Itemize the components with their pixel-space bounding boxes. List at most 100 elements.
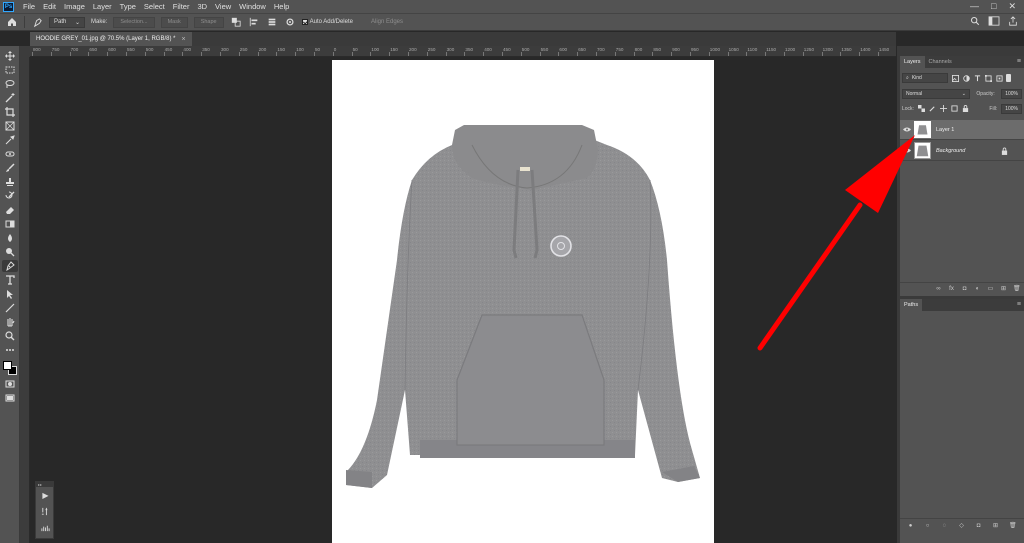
- histogram-icon[interactable]: [36, 519, 55, 535]
- dodge-tool-icon[interactable]: [2, 246, 18, 258]
- blur-tool-icon[interactable]: [2, 232, 18, 244]
- layer-row-background[interactable]: Background: [900, 141, 1024, 161]
- menu-type[interactable]: Type: [116, 0, 140, 13]
- vertical-ruler[interactable]: [20, 57, 30, 543]
- add-mask-icon[interactable]: ◘: [961, 286, 968, 292]
- horizontal-ruler[interactable]: 800 750 700 650 600 550 500 450 400 350 300 250 200 1…: [30, 46, 896, 57]
- menu-filter[interactable]: Filter: [169, 0, 194, 13]
- align-edges-label[interactable]: Align Edges: [371, 19, 403, 25]
- menu-window[interactable]: Window: [235, 0, 270, 13]
- checkbox-checked[interactable]: [301, 19, 308, 25]
- clone-stamp-tool-icon[interactable]: [2, 176, 18, 188]
- path-selection-tool-icon[interactable]: [2, 288, 18, 300]
- menu-view[interactable]: View: [211, 0, 235, 13]
- visibility-eye-icon[interactable]: [900, 148, 914, 153]
- link-layers-icon[interactable]: ∞: [935, 286, 942, 292]
- fill-path-icon[interactable]: ●: [907, 523, 914, 529]
- document-canvas[interactable]: [332, 60, 714, 543]
- filter-adjustment-icon[interactable]: [962, 74, 970, 82]
- adjustment-layer-icon[interactable]: ◐: [974, 286, 981, 292]
- path-alignment-icon[interactable]: [248, 16, 260, 28]
- trash-icon[interactable]: 🗑: [1013, 285, 1021, 292]
- lock-transparent-icon[interactable]: [917, 105, 925, 112]
- zoom-tool-icon[interactable]: [2, 330, 18, 342]
- filter-pixel-icon[interactable]: [951, 74, 959, 82]
- menu-layer[interactable]: Layer: [89, 0, 116, 13]
- gradient-tool-icon[interactable]: [2, 218, 18, 230]
- opacity-input[interactable]: 100%: [1001, 88, 1022, 99]
- make-mask-button[interactable]: Mask: [160, 16, 188, 28]
- trash-icon[interactable]: 🗑: [1009, 522, 1017, 529]
- line-tool-icon[interactable]: [2, 302, 18, 314]
- home-icon[interactable]: [6, 16, 18, 28]
- tab-layers[interactable]: Layers: [900, 56, 925, 68]
- marquee-tool-icon[interactable]: [2, 64, 18, 76]
- eraser-tool-icon[interactable]: [2, 204, 18, 216]
- panel-dock-header[interactable]: [900, 46, 1024, 56]
- magic-wand-tool-icon[interactable]: [2, 92, 18, 104]
- blend-mode-select[interactable]: Normal ⌄: [902, 88, 970, 99]
- close-window-button[interactable]: ✕: [1008, 0, 1016, 13]
- menu-select[interactable]: Select: [140, 0, 169, 13]
- lock-image-icon[interactable]: [929, 105, 936, 112]
- visibility-eye-icon[interactable]: [900, 127, 914, 132]
- canvas-area[interactable]: [31, 57, 897, 543]
- lock-artboard-icon[interactable]: [951, 105, 958, 112]
- make-shape-button[interactable]: Shape: [193, 16, 224, 28]
- pen-tool-preset-icon[interactable]: [31, 16, 43, 28]
- tab-channels[interactable]: Channels: [925, 56, 956, 68]
- layer-name[interactable]: Layer 1: [936, 127, 954, 133]
- foreground-color-swatch[interactable]: [2, 361, 12, 370]
- crop-tool-icon[interactable]: [2, 106, 18, 118]
- layer-name[interactable]: Background: [936, 148, 965, 154]
- new-path-icon[interactable]: ⊞: [992, 522, 999, 529]
- menu-edit[interactable]: Edit: [39, 0, 60, 13]
- type-tool-icon[interactable]: [2, 274, 18, 286]
- minimize-button[interactable]: —: [970, 0, 979, 13]
- panel-menu-icon[interactable]: ≡: [1017, 56, 1021, 68]
- color-swatches[interactable]: [2, 360, 18, 376]
- quick-mask-icon[interactable]: [2, 378, 18, 390]
- make-work-path-icon[interactable]: ◇: [958, 522, 965, 529]
- kind-filter-select[interactable]: ⌕ Kind: [902, 73, 948, 83]
- hand-tool-icon[interactable]: [2, 316, 18, 328]
- eyedropper-tool-icon[interactable]: [2, 134, 18, 146]
- close-icon[interactable]: ×: [181, 36, 185, 43]
- brush-tool-icon[interactable]: [2, 162, 18, 174]
- auto-add-delete-checkbox[interactable]: Auto Add/Delete: [301, 19, 353, 25]
- pen-mode-select[interactable]: Path ⌄: [49, 16, 85, 28]
- lasso-tool-icon[interactable]: [2, 78, 18, 90]
- pen-tool-icon[interactable]: [1, 260, 18, 272]
- search-icon[interactable]: [970, 16, 980, 28]
- menu-3d[interactable]: 3D: [193, 0, 211, 13]
- layer-row-layer-1[interactable]: Layer 1: [900, 120, 1024, 140]
- stroke-path-icon[interactable]: ○: [924, 523, 931, 529]
- play-icon[interactable]: ▶: [36, 487, 55, 503]
- healing-brush-tool-icon[interactable]: [2, 148, 18, 160]
- tab-paths[interactable]: Paths: [900, 299, 923, 311]
- make-selection-button[interactable]: Selection...: [113, 16, 155, 28]
- add-mask-icon[interactable]: ◘: [975, 523, 982, 529]
- history-brush-tool-icon[interactable]: [2, 190, 18, 202]
- menu-help[interactable]: Help: [270, 0, 293, 13]
- panel-menu-icon[interactable]: ≡: [1017, 299, 1021, 311]
- maximize-button[interactable]: □: [991, 0, 996, 13]
- path-arrangement-icon[interactable]: [266, 16, 278, 28]
- fill-input[interactable]: 100%: [1001, 103, 1022, 114]
- move-tool-icon[interactable]: [2, 50, 18, 62]
- screen-mode-icon[interactable]: [2, 392, 18, 404]
- frame-tool-icon[interactable]: [2, 120, 18, 132]
- filter-shape-icon[interactable]: [984, 74, 992, 82]
- lock-position-icon[interactable]: [939, 105, 947, 112]
- gear-icon[interactable]: [284, 16, 296, 28]
- more-tools-icon[interactable]: [2, 344, 18, 356]
- filter-smart-object-icon[interactable]: [995, 74, 1003, 82]
- document-tab[interactable]: HOODIE GREY_01.jpg @ 70.5% (Layer 1, RGB…: [30, 32, 192, 46]
- workspace-icon[interactable]: [988, 16, 1000, 28]
- menu-image[interactable]: Image: [60, 0, 89, 13]
- filter-toggle[interactable]: [1006, 74, 1011, 82]
- path-operations-icon[interactable]: [230, 16, 242, 28]
- actions-icon[interactable]: [36, 503, 55, 519]
- new-group-icon[interactable]: ▭: [987, 285, 994, 292]
- filter-type-icon[interactable]: [973, 74, 981, 82]
